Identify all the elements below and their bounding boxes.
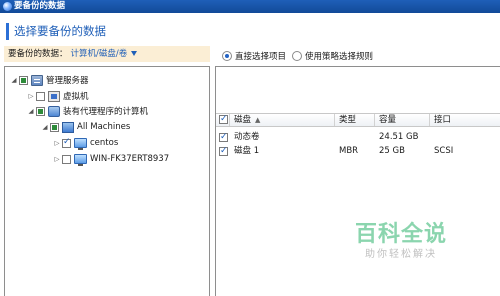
select-all-checkbox[interactable] [219,113,228,125]
expand-arrow-icon[interactable]: ▷ [53,139,61,147]
row-checkbox[interactable] [219,145,228,158]
disk-name: 动态卷 [234,132,260,142]
server-group-icon [31,74,43,86]
agent-computers-icon [48,105,60,117]
tree-node-label: 管理服务器 [46,76,89,86]
tree-node-management-server[interactable]: ◢ 管理服务器 [10,73,89,87]
tree-node-label: 虚拟机 [63,92,89,102]
column-capacity-label: 容量 [379,115,397,125]
tree-node-agent-computers[interactable]: ◢ 装有代理程序的计算机 [27,104,148,118]
disk-name: 磁盘 1 [234,146,260,156]
machine-tree: ◢ 管理服务器 ▷ 虚拟机 ◢ 装有代理程序的计算机 ◢ All Machine… [4,66,210,296]
data-selector-label: 要备份的数据： [8,49,68,59]
app-globe-icon [3,2,12,11]
expand-arrow-icon[interactable]: ▷ [53,155,61,163]
tree-checkbox[interactable] [36,91,45,101]
data-selector-value[interactable]: 计算机/磁盘/卷 [71,49,128,59]
radio-direct-select[interactable] [222,51,232,61]
data-selector[interactable]: 要备份的数据： 计算机/磁盘/卷 [4,46,210,62]
disk-capacity: 25 GB [379,146,405,156]
collapse-arrow-icon[interactable]: ◢ [27,107,35,115]
radio-policy-rules-label[interactable]: 使用策略选择规则 [305,50,373,62]
tree-checkbox[interactable] [62,137,71,148]
tree-checkbox[interactable] [19,75,28,85]
table-row[interactable]: 磁盘 1 MBR 25 GB SCSI [216,145,500,158]
sort-ascending-icon: ▲ [255,116,261,124]
column-interface-label: 接口 [434,115,452,125]
tree-node-label: centos [90,138,119,148]
tree-checkbox[interactable] [36,106,45,116]
column-type-label: 类型 [339,115,357,125]
tree-node-all-machines[interactable]: ◢ All Machines [41,120,130,134]
collapse-arrow-icon[interactable]: ◢ [41,123,49,131]
disk-table-header: 磁盘▲ 类型 容量 接口 [216,113,500,127]
disk-capacity: 24.51 GB [379,132,419,142]
tree-node-label: WIN-FK37ERT8937 [90,154,170,164]
computer-icon [74,154,87,166]
column-disk-label: 磁盘 [234,115,252,125]
collapse-arrow-icon[interactable]: ◢ [10,76,18,84]
all-machines-icon [62,121,74,133]
disk-type: MBR [339,146,359,156]
column-type[interactable]: 类型 [335,114,375,126]
selection-mode: 直接选择项目 使用策略选择规则 [222,50,373,62]
row-checkbox[interactable] [219,131,228,144]
column-capacity[interactable]: 容量 [375,114,430,126]
watermark-title: 百科全说 [354,222,447,247]
tree-node-label: All Machines [77,122,131,132]
expand-arrow-icon[interactable]: ▷ [27,92,35,100]
computer-icon [74,138,87,150]
column-disk[interactable]: 磁盘 ▲ [230,114,335,126]
window-title: 要备份的数据 [14,1,66,11]
tree-node-centos[interactable]: ▷ centos [53,136,118,150]
select-all-column[interactable] [216,113,230,126]
watermark: 百科全说 助你轻松解决 [336,222,466,262]
page-heading: 选择要备份的数据 [6,23,106,40]
disk-interface: SCSI [434,146,454,156]
watermark-subtitle: 助你轻松解决 [365,249,437,260]
radio-policy-rules[interactable] [292,51,303,61]
virtual-machine-icon [48,90,60,102]
tree-checkbox[interactable] [50,122,59,132]
tree-node-virtual-machines[interactable]: ▷ 虚拟机 [27,89,89,103]
tree-node-win-machine[interactable]: ▷ WIN-FK37ERT8937 [53,152,169,166]
tree-node-label: 装有代理程序的计算机 [63,107,149,117]
chevron-down-icon[interactable] [131,51,138,56]
disk-interface [430,131,500,144]
column-interface[interactable]: 接口 [430,114,500,126]
disk-type [335,131,375,144]
tree-checkbox[interactable] [62,154,71,164]
window-titlebar: 要备份的数据 [0,0,500,13]
table-row[interactable]: 动态卷 24.51 GB [216,131,500,144]
radio-direct-select-label[interactable]: 直接选择项目 [235,50,286,62]
